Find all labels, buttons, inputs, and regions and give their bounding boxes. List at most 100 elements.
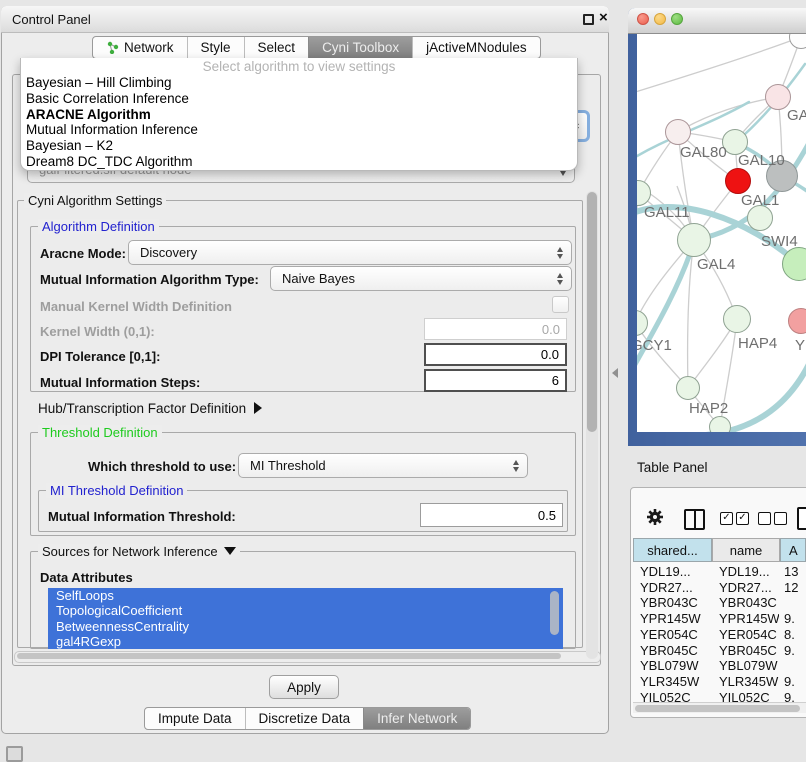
panel-collapse-arrow-icon[interactable] [612,368,618,378]
control-panel-titlebar [1,6,609,33]
table-select-none-icon[interactable] [758,512,790,530]
settings-hscroll-track[interactable] [14,651,601,663]
attribute-topologicalcoefficient[interactable]: TopologicalCoefficient [48,603,563,618]
table-cell[interactable]: YDL19... [640,564,712,579]
control-panel-tabbar: Network Style Select Cyni Toolbox jActiv… [92,36,541,59]
mi-type-combo[interactable]: Naive Bayes [270,266,572,291]
column-header-shared-name[interactable]: shared... [633,538,712,562]
table-select-all-icon[interactable]: ✓✓ [720,512,752,530]
mi-steps-field[interactable]: 6 [424,369,567,392]
node-label: HAP4 [738,335,777,352]
table-cell[interactable]: YBR043C [640,595,712,610]
traffic-minimize-icon[interactable] [654,13,666,25]
kernel-width-field[interactable]: 0.0 [424,318,567,340]
column-header-name[interactable]: name [712,538,780,562]
node-hap4[interactable] [723,305,751,333]
aracne-mode-combo[interactable]: Discovery [128,240,572,265]
table-hscroll-thumb[interactable] [635,705,800,712]
table-cell[interactable]: 9. [784,690,806,702]
table-cell[interactable]: YIL052C [640,690,712,702]
table-cell[interactable]: 9. [784,611,806,626]
corner-resize-handle[interactable] [6,746,23,762]
settings-hscroll-thumb[interactable] [17,653,561,659]
traffic-close-icon[interactable] [637,13,649,25]
traffic-zoom-icon[interactable] [671,13,683,25]
attribute-betweennesscentrality[interactable]: BetweennessCentrality [48,619,563,634]
tab-style[interactable]: Style [187,37,244,58]
settings-vscroll-track[interactable] [586,191,598,659]
table-hscroll-track[interactable] [633,702,806,713]
dropdown-item-aracne[interactable]: ARACNE Algorithm [21,107,577,123]
dropdown-item-bayesian-hill-climbing[interactable]: Bayesian – Hill Climbing [21,75,577,91]
combo-stepper-icon [557,273,564,285]
mi-type-value: Naive Bayes [282,271,355,286]
dropdown-item-bayesian-k2[interactable]: Bayesian – K2 [21,138,577,154]
hub-definition-label: Hub/Transcription Factor Definition [38,401,246,416]
close-panel-button[interactable]: × [599,9,608,26]
node-bottom[interactable] [709,416,731,432]
settings-vscroll-thumb[interactable] [587,192,597,432]
table-cell[interactable]: YLR345W [640,674,712,689]
table-column-split-icon[interactable] [684,509,705,530]
tab-jactivemnodules[interactable]: jActiveMNodules [412,37,540,58]
mi-threshold-label: Mutual Information Threshold: [48,509,236,524]
dropdown-item-dream8[interactable]: Dream8 DC_TDC Algorithm [21,154,577,170]
table-cell[interactable]: YBL079W [719,658,779,673]
checked-box-icon: ✓ [736,512,749,525]
table-cell[interactable]: YDR27... [640,580,712,595]
column-header-partial[interactable]: A [780,538,806,562]
table-cell[interactable]: YLR345W [719,674,779,689]
tab-network[interactable]: Network [93,37,187,58]
table-cell[interactable]: 9. [784,643,806,658]
dropdown-item-mutual-information[interactable]: Mutual Information Inference [21,122,577,138]
node-label: GAL10 [738,152,785,169]
table-cell[interactable]: YER054C [640,627,712,642]
dropdown-item-basic-correlation[interactable]: Basic Correlation Inference [21,91,577,107]
table-cell[interactable]: 13 [784,564,806,579]
table-cell[interactable]: YBR043C [719,595,779,610]
node-gal80[interactable] [665,119,691,145]
attribute-gal4rgexp[interactable]: gal4RGexp [48,634,563,649]
table-cell[interactable]: YBR045C [640,643,712,658]
node-gal1[interactable] [725,168,751,194]
kernel-width-label: Kernel Width (0,1): [40,324,155,339]
tab-style-label: Style [201,40,231,55]
table-cell[interactable]: YBR045C [719,643,779,658]
mi-threshold-field[interactable]: 0.5 [420,503,563,527]
tab-impute-data-label: Impute Data [158,711,232,726]
table-cell[interactable]: 9. [784,674,806,689]
table-cell[interactable]: YPR145W [719,611,779,626]
table-body: YDL19... YDL19... 13 YDR27... YDR27... 1… [633,563,806,702]
node-label: GAL1 [741,192,779,209]
tab-infer-network[interactable]: Infer Network [363,708,470,729]
node-gal4[interactable] [677,223,711,257]
table-cell[interactable]: YDR27... [719,580,779,595]
dpi-tolerance-field[interactable]: 0.0 [424,343,567,366]
apply-button[interactable]: Apply [269,675,339,699]
table-cell[interactable]: YPR145W [640,611,712,626]
attribute-selfloops[interactable]: SelfLoops [48,588,563,603]
table-page-icon[interactable] [797,507,806,530]
table-cell[interactable]: YER054C [719,627,779,642]
node-label: Y [795,337,805,354]
table-settings-gear-icon[interactable] [645,507,665,527]
node-hap2[interactable] [676,376,700,400]
network-canvas[interactable]: GAL GAL80 GAL10 GAL1 GAL11 SWI4 GAL4 GCY… [637,34,806,432]
tab-cyni-toolbox[interactable]: Cyni Toolbox [308,37,412,58]
table-cell[interactable]: 12 [784,580,806,595]
tab-discretize-data[interactable]: Discretize Data [245,708,364,729]
attribute-list-scrollbar[interactable] [550,591,559,635]
sources-group-title[interactable]: Sources for Network Inference [38,544,240,559]
hub-definition-expander[interactable]: Hub/Transcription Factor Definition [38,401,262,416]
table-cell[interactable]: YBL079W [640,658,712,673]
tab-impute-data[interactable]: Impute Data [145,708,245,729]
float-window-button[interactable] [583,14,594,25]
table-cell[interactable]: YIL052C [719,690,779,702]
manual-kernel-checkbox[interactable] [552,296,569,313]
table-cell[interactable]: YDL19... [719,564,779,579]
tab-select[interactable]: Select [244,37,309,58]
which-threshold-combo[interactable]: MI Threshold [238,453,528,478]
algorithm-dropdown-placeholder: Select algorithm to view settings [21,58,577,75]
node-label: GAL11 [644,204,690,221]
table-cell[interactable]: 8. [784,627,806,642]
